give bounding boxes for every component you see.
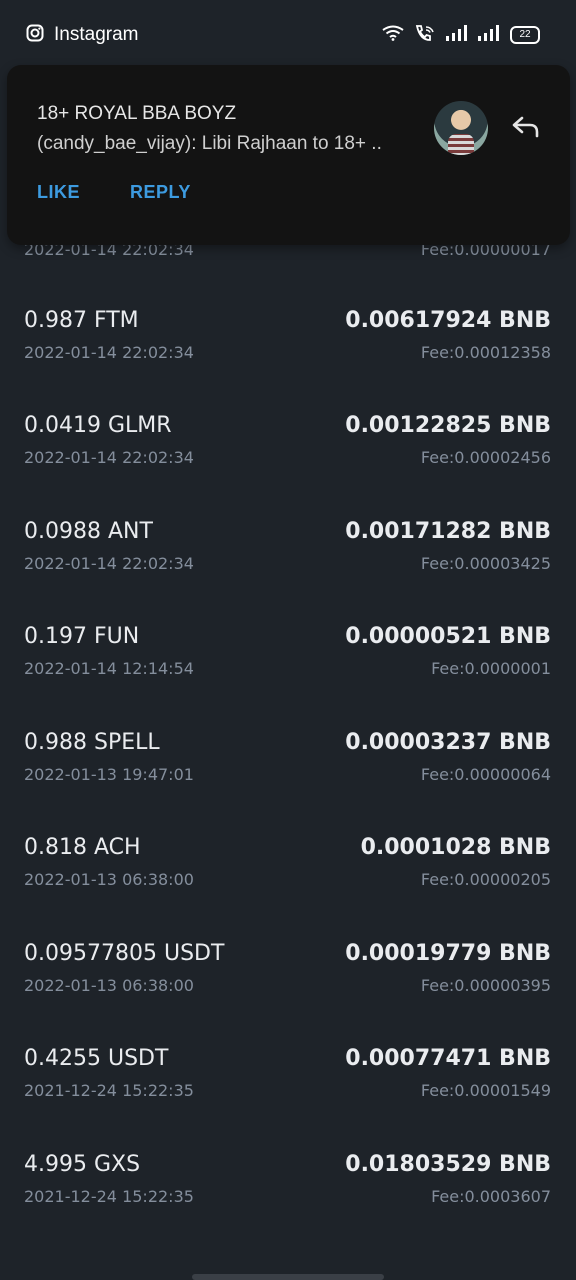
transaction-amount: 0.0419 GLMR [24,413,172,438]
instagram-icon [26,24,44,46]
transaction-fee: Fee:0.00001549 [420,1081,551,1100]
transaction-bnb-value: 0.00171282 BNB [345,519,551,544]
transaction-amount: 4.995 GXS [24,1152,141,1177]
transaction-fee: Fee:0.0000001 [431,659,551,678]
transaction-time: 2022-01-14 22:02:34 [24,343,194,362]
transaction-bnb-value: 0.00122825 BNB [345,413,551,438]
transaction-amount: 0.987 FTM [24,308,139,333]
wifi-icon [382,25,404,45]
status-app-name: Instagram [54,24,139,45]
transaction-bnb-value: 0.0001028 BNB [360,835,551,860]
list-item[interactable]: 0.09577805 USDT 2022-01-13 06:38:00 0.00… [0,941,576,1046]
like-button[interactable]: LIKE [37,182,80,203]
battery-icon: 22 [510,26,540,44]
transaction-amount: 0.4255 USDT [24,1046,169,1071]
transaction-amount: 0.818 ACH [24,835,141,860]
list-item[interactable]: 0.987 FTM 2022-01-14 22:02:34 0.00617924… [0,308,576,413]
transaction-amount: 0.0988 ANT [24,519,153,544]
reply-button[interactable]: REPLY [130,182,191,203]
avatar [434,101,488,155]
transaction-amount: 0.197 FUN [24,624,140,649]
transaction-fee: Fee:0.00000205 [420,870,551,889]
wifi-call-icon [414,24,436,46]
signal-icon [446,25,468,45]
transaction-fee: Fee:0.00003425 [420,554,551,573]
status-left: Instagram [26,24,138,46]
transaction-bnb-value: 0.00000521 BNB [345,624,551,649]
list-item[interactable]: 4.995 GXS 2021-12-24 15:22:35 0.01803529… [0,1152,576,1257]
list-item[interactable]: 0.988 SPELL 2022-01-13 19:47:01 0.000032… [0,730,576,835]
transaction-time: 2022-01-14 22:02:34 [24,554,194,573]
transaction-fee: Fee:0.0003607 [431,1187,551,1206]
transaction-time: 2022-01-13 06:38:00 [24,976,194,995]
notification-title: 18+ ROYAL BBA BOYZ [37,103,237,124]
transaction-fee: Fee:0.00012358 [420,343,551,362]
status-icons: 22 [382,24,540,46]
transaction-time: 2022-01-13 06:38:00 [24,870,194,889]
list-item[interactable]: 0.197 FUN 2022-01-14 12:14:54 0.00000521… [0,624,576,729]
notification-message: (candy_bae_vijay): Libi Rajhaan to 18+ .… [37,133,382,154]
status-bar: Instagram 22 [0,0,576,70]
list-item[interactable]: 0.0419 GLMR 2022-01-14 22:02:34 0.001228… [0,413,576,518]
transaction-amount: 0.988 SPELL [24,730,160,755]
notification-card[interactable]: 18+ ROYAL BBA BOYZ (candy_bae_vijay): Li… [7,65,570,245]
transaction-time: 2021-12-24 15:22:35 [24,1187,194,1206]
transaction-time: 2022-01-14 22:02:34 [24,448,194,467]
transaction-time: 2022-01-14 12:14:54 [24,659,194,678]
signal-icon-2 [478,25,500,45]
transaction-time: 2021-12-24 15:22:35 [24,1081,194,1100]
transaction-bnb-value: 0.00077471 BNB [345,1046,551,1071]
transaction-fee: Fee:0.00000395 [420,976,551,995]
transaction-fee: Fee:0.00002456 [420,448,551,467]
transaction-bnb-value: 0.00617924 BNB [345,308,551,333]
transaction-fee: Fee:0.00000064 [420,765,551,784]
transaction-bnb-value: 0.01803529 BNB [345,1152,551,1177]
transaction-time: 2022-01-13 19:47:01 [24,765,194,784]
list-item[interactable]: 0.0988 ANT 2022-01-14 22:02:34 0.0017128… [0,519,576,624]
list-item[interactable]: 0.4255 USDT 2021-12-24 15:22:35 0.000774… [0,1046,576,1151]
home-indicator[interactable] [192,1274,384,1280]
transaction-bnb-value: 0.00019779 BNB [345,941,551,966]
transaction-bnb-value: 0.00003237 BNB [345,730,551,755]
reply-icon[interactable] [510,111,542,143]
list-item[interactable]: 0.818 ACH 2022-01-13 06:38:00 0.0001028 … [0,835,576,940]
transaction-amount: 0.09577805 USDT [24,941,225,966]
